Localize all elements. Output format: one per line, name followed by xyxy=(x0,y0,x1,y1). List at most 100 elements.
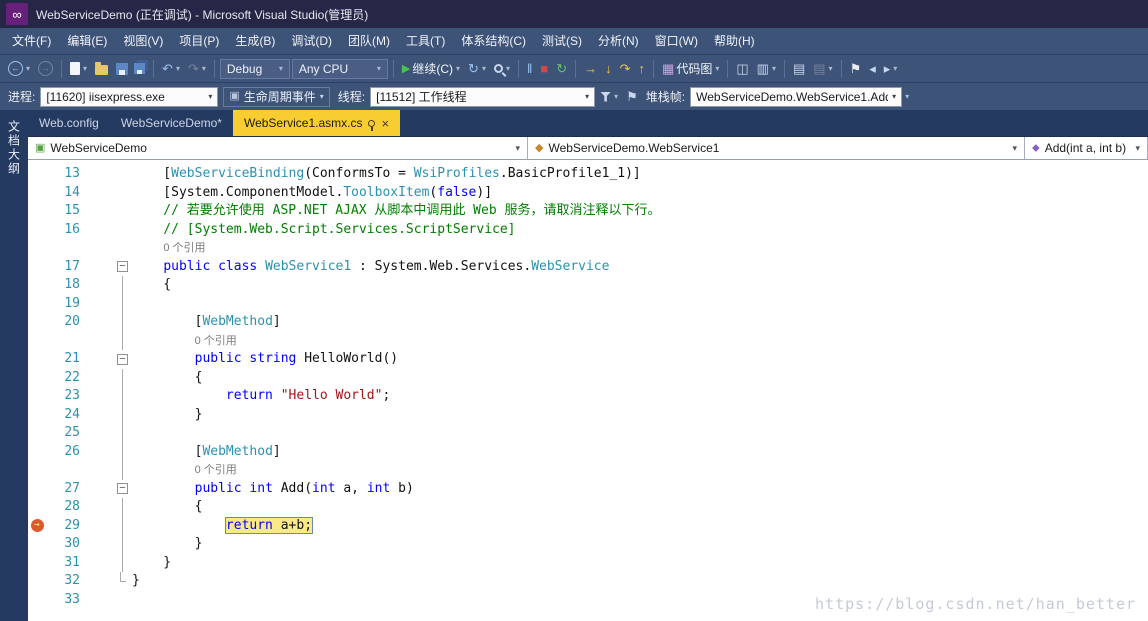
indicator-margin[interactable] xyxy=(28,443,46,462)
prev-bookmark-icon[interactable]: ◂ xyxy=(866,58,879,80)
code-line[interactable]: 28 { xyxy=(28,498,1148,517)
menu-item[interactable]: 分析(N) xyxy=(590,28,647,54)
indicator-margin[interactable] xyxy=(28,165,46,184)
stack-frame-combo[interactable]: WebServiceDemo.WebService1.Add ▾ xyxy=(690,86,903,107)
code-line[interactable]: 18 { xyxy=(28,276,1148,295)
fold-toggle-icon[interactable]: – xyxy=(117,261,128,273)
next-bookmark-icon[interactable]: ▸ ▾ xyxy=(881,58,901,80)
document-tab[interactable]: WebService1.asmx.cs × xyxy=(232,110,401,136)
nav-forward-icon[interactable]: → xyxy=(35,58,56,80)
lifecycle-events-button[interactable]: ▣ 生命周期事件 ▾ xyxy=(223,86,330,107)
code-line[interactable]: 14 [System.ComponentModel.ToolboxItem(fa… xyxy=(28,184,1148,203)
find-icon[interactable]: ▾ xyxy=(491,58,513,80)
solution-platform-combo[interactable]: Any CPU ▾ xyxy=(291,58,388,79)
codelens-row[interactable]: 0 个引用 xyxy=(28,331,1148,351)
code-line[interactable]: 15 // 若要允许使用 ASP.NET AJAX 从脚本中调用此 Web 服务… xyxy=(28,202,1148,221)
indicator-margin[interactable] xyxy=(28,572,46,591)
window-layout-icon[interactable]: ▥ ▾ xyxy=(754,58,779,80)
code-line[interactable]: 25 xyxy=(28,424,1148,443)
menu-item[interactable]: 工具(T) xyxy=(398,28,453,54)
step-over-icon[interactable]: ↷ xyxy=(617,58,634,80)
thread-combo[interactable]: [11512] 工作线程 ▾ xyxy=(370,86,596,107)
menu-item[interactable]: 调试(D) xyxy=(283,28,340,54)
bookmark-icon[interactable]: ⚑ xyxy=(847,58,865,80)
indicator-margin[interactable] xyxy=(28,202,46,221)
fold-toggle-icon[interactable]: – xyxy=(117,483,128,495)
indicator-margin[interactable] xyxy=(28,387,46,406)
code-map-icon[interactable]: ▦ 代码图 ▾ xyxy=(659,58,722,80)
menu-item[interactable]: 帮助(H) xyxy=(706,28,763,54)
document-outline-tab[interactable]: 文档大纲 xyxy=(0,110,28,621)
code-line[interactable]: 20 [WebMethod] xyxy=(28,313,1148,332)
undo-icon[interactable]: ↶ ▾ xyxy=(159,58,183,80)
show-next-statement-icon[interactable]: → xyxy=(581,58,600,80)
filter-threads-button[interactable]: ▾ xyxy=(597,86,621,108)
code-line[interactable]: 16 // [System.Web.Script.Services.Script… xyxy=(28,221,1148,240)
menu-item[interactable]: 体系结构(C) xyxy=(453,28,534,54)
code-line[interactable]: 31 } xyxy=(28,553,1148,573)
close-icon[interactable]: × xyxy=(381,117,389,130)
code-line[interactable]: 17 – public class WebService1 : System.We… xyxy=(28,258,1148,277)
type-dropdown[interactable]: ◆ WebServiceDemo.WebService1 ▾ xyxy=(528,137,1025,159)
menu-item[interactable]: 文件(F) xyxy=(4,28,59,54)
menu-item[interactable]: 项目(P) xyxy=(171,28,227,54)
code-line[interactable]: 27 – public int Add(int a, int b) xyxy=(28,480,1148,499)
step-into-icon[interactable]: ↓ xyxy=(602,58,615,80)
indicator-margin[interactable] xyxy=(28,461,46,480)
menu-item[interactable]: 生成(B) xyxy=(227,28,283,54)
indicator-margin[interactable] xyxy=(28,276,46,295)
outline-expand-icon[interactable]: ▤ ▾ xyxy=(810,58,835,80)
indicator-margin[interactable] xyxy=(28,350,46,369)
window-split-icon[interactable]: ◫ xyxy=(733,58,751,80)
indicator-margin[interactable] xyxy=(28,221,46,240)
menu-item[interactable]: 编辑(E) xyxy=(59,28,115,54)
save-icon[interactable] xyxy=(113,58,131,80)
process-combo[interactable]: [11620] iisexpress.exe ▾ xyxy=(40,86,219,107)
menu-item[interactable]: 视图(V) xyxy=(115,28,171,54)
step-out-icon[interactable]: ↑ xyxy=(636,58,649,80)
code-line[interactable]: 22 { xyxy=(28,368,1148,388)
indicator-margin[interactable] xyxy=(28,406,46,425)
restart-debug-icon[interactable]: ↻ xyxy=(553,58,570,80)
save-all-icon[interactable] xyxy=(133,58,148,80)
nav-back-icon[interactable]: ← ▾ xyxy=(5,58,33,80)
stop-debug-icon[interactable]: ■ xyxy=(537,58,551,80)
indicator-margin[interactable] xyxy=(28,313,46,332)
toolbar-overflow-icon[interactable]: ▾ xyxy=(905,92,909,101)
code-line[interactable]: 32} xyxy=(28,572,1148,591)
indicator-margin[interactable] xyxy=(28,591,46,610)
indicator-margin[interactable] xyxy=(28,184,46,203)
indicator-margin[interactable] xyxy=(28,535,46,554)
code-line[interactable]: 13 [WebServiceBinding(ConformsTo = WsiPr… xyxy=(28,165,1148,184)
indicator-margin[interactable] xyxy=(28,424,46,443)
project-dropdown[interactable]: ▣ WebServiceDemo ▾ xyxy=(28,137,528,159)
indicator-margin[interactable] xyxy=(28,498,46,517)
member-dropdown[interactable]: ⬥ Add(int a, int b) ▾ xyxy=(1025,137,1148,159)
outline-collapse-icon[interactable]: ▤ xyxy=(790,58,808,80)
indicator-margin[interactable] xyxy=(28,480,46,499)
break-all-icon[interactable]: ‖ xyxy=(524,58,535,80)
indicator-margin[interactable] xyxy=(28,369,46,388)
flag-threads-button[interactable]: ⚑ xyxy=(623,86,641,108)
open-file-icon[interactable] xyxy=(92,58,111,80)
indicator-margin[interactable] xyxy=(28,295,46,314)
redo-icon[interactable]: ↷ ▾ xyxy=(185,58,209,80)
continue-button[interactable]: ▶ 继续(C) ▾ xyxy=(399,58,463,80)
indicator-margin[interactable] xyxy=(28,554,46,573)
indicator-margin[interactable] xyxy=(28,239,46,258)
new-file-icon[interactable]: ▾ xyxy=(67,58,90,80)
document-tab[interactable]: WebServiceDemo* xyxy=(110,110,233,136)
fold-toggle-icon[interactable]: – xyxy=(117,353,128,365)
menu-item[interactable]: 测试(S) xyxy=(534,28,590,54)
indicator-margin[interactable] xyxy=(28,332,46,351)
menu-item[interactable]: 团队(M) xyxy=(340,28,398,54)
code-line[interactable]: 26 [WebMethod] xyxy=(28,442,1148,462)
indicator-margin[interactable]: → xyxy=(28,517,46,536)
pin-icon[interactable] xyxy=(368,119,376,131)
code-line[interactable]: 23 return "Hello World"; xyxy=(28,387,1148,406)
code-line[interactable]: 19 xyxy=(28,294,1148,314)
code-line[interactable]: 30 } xyxy=(28,535,1148,554)
code-line[interactable]: → 29 return a+b; xyxy=(28,516,1148,536)
code-line[interactable]: 24 } xyxy=(28,405,1148,425)
restart-icon[interactable]: ↻ ▾ xyxy=(465,58,489,80)
